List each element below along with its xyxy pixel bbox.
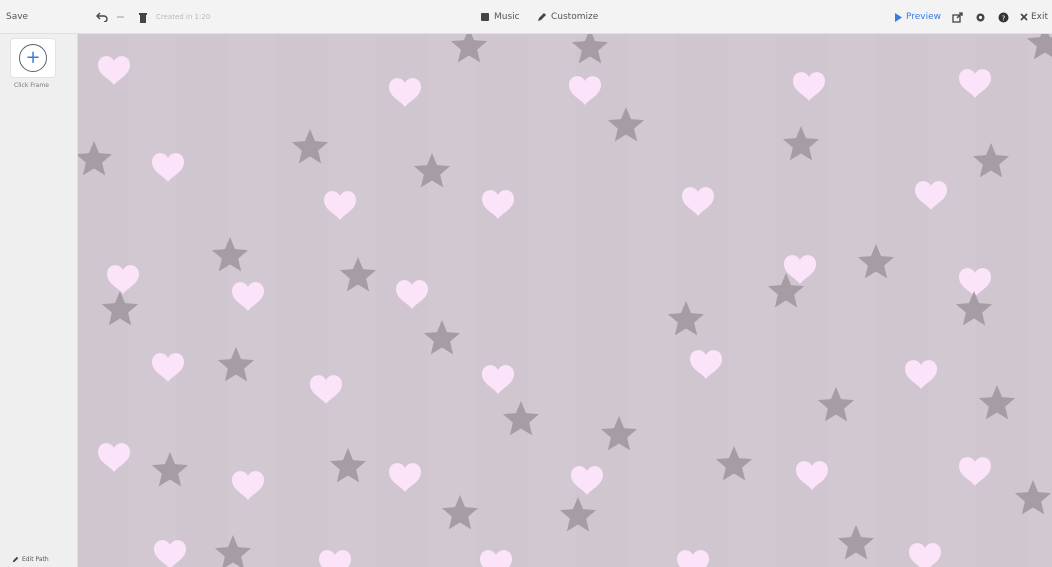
share-button[interactable] (952, 0, 963, 34)
star-shape (291, 129, 329, 164)
heart-shape (677, 550, 709, 567)
edit-path-button[interactable]: Edit Path (12, 556, 49, 563)
music-label: Music (494, 12, 520, 22)
redo-button[interactable] (116, 0, 126, 34)
help-button[interactable]: ? (998, 0, 1009, 34)
delete-button[interactable] (138, 0, 148, 34)
exit-label: Exit (1031, 12, 1049, 22)
star-shape (978, 385, 1016, 420)
share-icon (952, 11, 963, 23)
heart-shape (98, 56, 130, 85)
plus-icon: + (19, 44, 47, 72)
heart-shape (796, 461, 828, 490)
heart-shape (98, 443, 130, 472)
star-shape (571, 34, 609, 64)
heart-shape (480, 550, 512, 567)
play-icon (895, 12, 902, 22)
settings-button[interactable] (975, 0, 986, 34)
help-icon: ? (998, 12, 1009, 22)
edit-path-label: Edit Path (22, 556, 49, 563)
preview-label: Preview (906, 12, 942, 22)
customize-button[interactable]: Customize (537, 0, 598, 34)
canvas[interactable] (78, 34, 1052, 567)
heart-shape (482, 365, 514, 394)
status-text: Created in 1:20 (156, 13, 211, 21)
exit-button[interactable]: Exit (1020, 0, 1048, 34)
heart-shape (389, 78, 421, 107)
music-button[interactable]: Music (480, 0, 520, 34)
undo-button[interactable] (96, 0, 108, 34)
close-icon (1020, 13, 1028, 21)
music-icon (481, 13, 489, 21)
add-frame-button[interactable]: + (10, 38, 56, 78)
pencil-icon (538, 13, 546, 21)
preview-button[interactable]: Preview (894, 0, 941, 34)
save-button[interactable]: Save (6, 0, 28, 34)
save-label: Save (6, 12, 29, 22)
heart-shape (389, 463, 421, 492)
frames-sidebar: + Click Frame Edit Path (0, 34, 78, 567)
redo-icon (117, 16, 124, 18)
heart-shape (482, 190, 514, 219)
background-pattern (78, 34, 1052, 567)
heart-shape (784, 255, 816, 284)
undo-icon (96, 12, 108, 22)
heart-shape (682, 187, 714, 216)
pencil-icon (12, 556, 19, 563)
add-frame-label: Click Frame (14, 82, 49, 89)
heart-shape (690, 350, 722, 379)
trash-icon (139, 12, 147, 23)
star-shape (972, 143, 1010, 178)
svg-text:?: ? (1002, 14, 1006, 22)
gear-icon (976, 13, 985, 21)
star-shape (78, 141, 113, 176)
star-shape (782, 126, 820, 161)
customize-label: Customize (551, 12, 599, 22)
top-toolbar: Save Created in 1:20 Music Customize Pre… (0, 0, 1052, 34)
heart-shape (396, 280, 428, 309)
heart-shape (793, 72, 825, 101)
